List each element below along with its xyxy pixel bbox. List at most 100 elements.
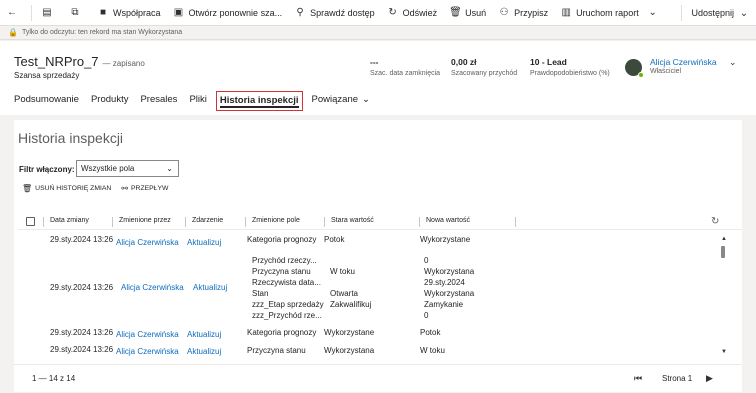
filter-label: Filtr włączony: — [19, 165, 75, 174]
row-1-new: Wykorzystane — [420, 235, 471, 244]
assign-button[interactable]: ⚇ Przypisz — [492, 0, 554, 26]
tab-presales[interactable]: Presales — [140, 91, 177, 111]
save-status: — zapisano — [102, 59, 145, 68]
row-2-field-1: Przychód rzeczy... — [252, 256, 317, 265]
close-date-value: --- — [370, 57, 379, 67]
row-4-new: W toku — [420, 346, 445, 355]
tab-related[interactable]: Powiązane ⌄ — [312, 91, 370, 111]
chevron-down-icon: ⌄ — [739, 7, 749, 19]
row-4-event[interactable]: Aktualizuj — [187, 347, 221, 356]
page-indicator: Strona 1 — [662, 374, 693, 383]
row-3-changed-by[interactable]: Alicja Czerwińska — [116, 330, 179, 339]
check-access-label: Sprawdź dostęp — [310, 7, 375, 18]
row-2-field-3: Rzeczywista data... — [252, 278, 321, 287]
column-divider — [419, 217, 420, 227]
first-page-icon: ⏮ — [634, 373, 643, 383]
delete-button[interactable]: 🗑 Usuń — [443, 0, 492, 26]
flow-button[interactable]: ⚯ PRZEPŁYW — [121, 184, 168, 193]
audit-actions: 🗑 USUŃ HISTORIĘ ZMIAN ⚯ PRZEPŁYW — [22, 184, 178, 193]
check-access-button[interactable]: ⚲ Sprawdź dostęp — [288, 0, 381, 26]
row-2-new-6: 0 — [424, 311, 429, 320]
row-4-date: 29.sty.2024 13:26 — [50, 345, 114, 354]
presence-status-icon — [638, 72, 644, 78]
next-page-button[interactable]: ▶ — [706, 373, 713, 384]
refresh-icon: ↻ — [711, 216, 720, 227]
tab-related-label: Powiązane — [311, 94, 359, 105]
open-new-window-button[interactable]: ⧉ — [63, 0, 91, 26]
column-header-changed-field[interactable]: Zmienione pole — [252, 217, 300, 224]
row-2-new-4: Wykorzystana — [424, 289, 475, 298]
first-page-button[interactable]: ⏮ — [634, 373, 642, 384]
column-header-changed-by[interactable]: Zmienione przez — [119, 217, 171, 224]
tab-list: Podsumowanie Produkty Presales Pliki His… — [14, 91, 382, 111]
form-view-button[interactable]: ▤ — [35, 0, 63, 26]
chevron-down-icon: ⌄ — [648, 7, 657, 18]
column-divider — [185, 217, 186, 227]
assign-icon: ⚇ — [499, 7, 509, 18]
tab-products[interactable]: Produkty — [91, 91, 129, 111]
record-title: Test_NRPro_7— zapisano — [14, 54, 145, 69]
record-title-text: Test_NRPro_7 — [14, 54, 99, 69]
scrollbar-thumb[interactable] — [721, 246, 725, 258]
check-access-icon: ⚲ — [296, 7, 304, 18]
column-header-date[interactable]: Data zmiany — [50, 217, 89, 224]
filter-select-value: Wszystkie pola — [81, 164, 135, 173]
select-all-checkbox[interactable] — [26, 217, 35, 226]
scroll-down-button[interactable]: ▼ — [721, 349, 727, 355]
report-icon: ▥ — [561, 7, 571, 18]
reopen-label: Otwórz ponownie sza... — [188, 7, 283, 18]
row-2-new-1: 0 — [424, 256, 429, 265]
run-report-button[interactable]: ▥ Uruchom raport ⌄ — [554, 0, 665, 26]
column-header-old-value[interactable]: Stara wartość — [331, 217, 374, 224]
expand-header-button[interactable]: ⌄ — [729, 57, 737, 68]
chevron-down-icon: ⌄ — [166, 164, 173, 173]
chevron-down-icon: ⌄ — [362, 94, 370, 105]
reopen-button[interactable]: ▣ Otwórz ponownie sza... — [167, 0, 289, 26]
refresh-grid-button[interactable]: ↻ — [711, 216, 719, 227]
reopen-icon: ▣ — [173, 7, 184, 18]
chevron-down-icon: ⌄ — [729, 57, 737, 67]
row-2-old-5: Zakwalifikuj — [330, 300, 372, 309]
record-count: 1 — 14 z 14 — [32, 374, 76, 383]
row-2-changed-by[interactable]: Alicja Czerwińska — [121, 283, 184, 292]
read-only-notice-text: Tylko do odczytu: ten rekord ma stan Wyk… — [21, 29, 183, 36]
command-bar: ← ▤ ⧉ ■ Współpraca ▣ Otwórz ponownie sza..… — [0, 0, 756, 26]
row-1-changed-by[interactable]: Alicja Czerwińska — [116, 238, 179, 247]
row-3-event[interactable]: Aktualizuj — [187, 330, 221, 339]
revenue-label: Szacowany przychód — [451, 70, 518, 77]
refresh-button[interactable]: ↻ Odśwież — [381, 0, 444, 26]
header-field-probability: 10 - Lead Prawdopodobieństwo (%) — [530, 57, 610, 77]
run-report-label: Uruchom raport — [576, 7, 639, 18]
section-title: Historia inspekcji — [18, 130, 124, 146]
triangle-down-icon: ▼ — [721, 349, 727, 355]
delete-history-button[interactable]: 🗑 USUŃ HISTORIĘ ZMIAN — [22, 184, 111, 193]
back-button[interactable]: ← — [0, 0, 28, 26]
tab-audit-history[interactable]: Historia inspekcji — [215, 91, 303, 111]
filter-select[interactable]: Wszystkie pola ⌄ — [76, 160, 179, 177]
row-2-old-2: W toku — [330, 267, 355, 276]
owner-link[interactable]: Alicja Czerwińska — [650, 57, 717, 67]
column-divider — [515, 217, 516, 227]
share-button[interactable]: Udostępnij ⌄ — [685, 0, 756, 26]
row-1-event[interactable]: Aktualizuj — [187, 238, 221, 247]
header-field-close-date: --- Szac. data zamknięcia — [370, 57, 440, 77]
toolbar-divider — [681, 5, 683, 21]
scroll-up-button[interactable]: ▲ — [721, 236, 727, 242]
row-2-event[interactable]: Aktualizuj — [193, 283, 227, 292]
refresh-label: Odśwież — [402, 7, 438, 18]
row-4-changed-by[interactable]: Alicja Czerwińska — [116, 347, 179, 356]
entity-name: Szansa sprzedaży — [14, 71, 80, 80]
assign-label: Przypisz — [514, 7, 549, 18]
tab-files[interactable]: Pliki — [189, 91, 206, 111]
probability-value: 10 - Lead — [530, 57, 567, 67]
probability-label: Prawdopodobieństwo (%) — [530, 70, 610, 77]
tab-summary[interactable]: Podsumowanie — [14, 91, 79, 111]
teams-icon: ■ — [99, 7, 107, 18]
next-page-icon: ▶ — [706, 373, 713, 383]
row-3-new: Potok — [420, 328, 441, 337]
back-arrow-icon: ← — [7, 7, 17, 18]
column-header-event[interactable]: Zdarzenie — [192, 217, 223, 224]
column-header-new-value[interactable]: Nowa wartość — [426, 217, 470, 224]
delete-icon: 🗑 — [449, 7, 462, 18]
collaborate-button[interactable]: ■ Współpraca — [91, 0, 167, 26]
